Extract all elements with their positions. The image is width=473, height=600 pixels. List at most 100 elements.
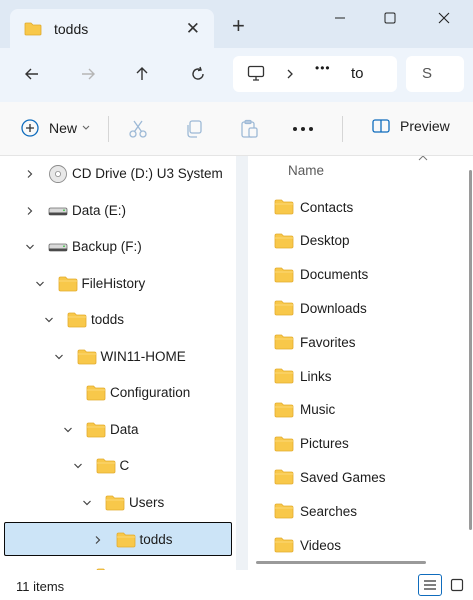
list-item-label: Videos xyxy=(300,537,342,553)
drive-icon xyxy=(48,207,68,216)
folder-icon xyxy=(274,537,294,553)
preview-label: Preview xyxy=(400,118,450,134)
up-button[interactable] xyxy=(130,62,154,86)
tree-item-label: Data xyxy=(110,422,139,437)
details-view-icon xyxy=(424,580,436,590)
tree-item-label: todds xyxy=(91,312,125,327)
list-item-label: Documents xyxy=(300,267,369,283)
list-item[interactable]: Desktop xyxy=(274,226,350,256)
folder-icon xyxy=(274,233,294,249)
list-item-label: Downloads xyxy=(300,300,367,316)
chevron-down-icon[interactable] xyxy=(25,242,35,252)
tree-item[interactable]: todds xyxy=(4,303,232,337)
chevron-down-icon[interactable] xyxy=(44,315,54,325)
copy-icon xyxy=(187,120,202,138)
arrow-up-icon xyxy=(136,67,148,80)
folder-icon xyxy=(58,276,77,292)
status-bar: 11 items xyxy=(0,570,473,600)
scrollbar-thumb[interactable] xyxy=(469,170,472,530)
list-item-label: Searches xyxy=(300,503,358,519)
search-placeholder: S xyxy=(422,65,433,82)
tree-item[interactable]: C xyxy=(4,449,232,483)
list-item-label: Contacts xyxy=(300,199,354,215)
chevron-down-icon[interactable] xyxy=(35,279,45,289)
list-item[interactable]: Links xyxy=(274,361,332,391)
chevron-right-icon[interactable] xyxy=(286,69,294,79)
clipboard-icon xyxy=(241,119,258,138)
list-item[interactable]: Documents xyxy=(274,260,368,290)
list-item[interactable]: Searches xyxy=(274,496,357,526)
back-button[interactable] xyxy=(20,62,44,86)
copy-button[interactable] xyxy=(184,119,204,139)
folder-icon xyxy=(24,22,42,36)
title-bar: todds ✕ + xyxy=(0,0,473,49)
chevron-right-icon[interactable] xyxy=(25,169,35,179)
tree-item[interactable]: WIN11-HOME xyxy=(4,340,232,374)
tree-item[interactable]: Data (E:) xyxy=(4,194,232,228)
chevron-down-icon[interactable] xyxy=(54,352,64,362)
tree-item[interactable]: Backup (F:) xyxy=(4,230,232,264)
navigation-pane[interactable]: CD Drive (D:) U3 System Data (E:) Backup (… xyxy=(0,156,236,570)
maximize-icon xyxy=(384,12,396,24)
folder-icon xyxy=(274,368,294,384)
list-item-label: Music xyxy=(300,402,336,418)
folder-icon xyxy=(274,402,294,418)
list-item[interactable]: Contacts xyxy=(274,192,353,222)
tree-item-label: Backup (F:) xyxy=(72,239,142,254)
tree-item-partial[interactable] xyxy=(4,559,232,570)
folder-icon xyxy=(274,300,294,316)
cut-button[interactable] xyxy=(128,119,148,139)
minimize-button[interactable] xyxy=(320,8,360,28)
new-button[interactable]: New xyxy=(20,118,90,138)
preview-button[interactable]: Preview xyxy=(372,118,450,134)
tree-item[interactable]: todds xyxy=(4,522,232,556)
list-item[interactable]: Music xyxy=(274,395,335,425)
list-item[interactable]: Downloads xyxy=(274,293,367,323)
tab-todds[interactable]: todds ✕ xyxy=(10,9,214,49)
close-window-button[interactable] xyxy=(424,8,464,28)
toolbar-divider xyxy=(108,116,109,142)
chevron-down-icon[interactable] xyxy=(63,425,73,435)
tree-item[interactable]: Configuration xyxy=(4,376,232,410)
column-header-name[interactable]: Name xyxy=(288,163,324,178)
preview-pane-icon xyxy=(372,119,390,133)
paste-button[interactable] xyxy=(239,119,259,139)
file-list-scrollbar[interactable] xyxy=(467,160,473,570)
tree-item[interactable]: Users xyxy=(4,486,232,520)
folder-icon xyxy=(274,334,294,350)
folder-icon xyxy=(86,385,106,401)
details-view-button[interactable] xyxy=(418,574,442,596)
list-item-label: Desktop xyxy=(300,233,350,249)
this-pc-icon xyxy=(247,65,265,81)
search-input[interactable]: S xyxy=(406,56,464,92)
breadcrumb-todds[interactable]: to xyxy=(351,65,364,82)
list-item-label: Links xyxy=(300,368,332,384)
maximize-button[interactable] xyxy=(370,8,410,28)
tree-item[interactable]: CD Drive (D:) U3 System xyxy=(4,157,232,191)
chevron-down-icon[interactable] xyxy=(82,498,92,508)
arrow-right-icon xyxy=(82,68,95,80)
horizontal-scrollbar[interactable] xyxy=(256,561,426,564)
chevron-right-icon[interactable] xyxy=(25,206,35,216)
close-tab-icon[interactable]: ✕ xyxy=(186,19,200,39)
new-tab-button[interactable]: + xyxy=(232,15,245,37)
chevron-down-icon[interactable] xyxy=(73,461,83,471)
list-item[interactable]: Videos xyxy=(274,530,341,560)
tiles-view-button[interactable] xyxy=(445,574,469,596)
close-icon xyxy=(438,12,450,24)
chevron-right-icon[interactable] xyxy=(93,535,103,545)
breadcrumb-overflow[interactable]: ••• xyxy=(315,61,331,75)
forward-button[interactable] xyxy=(76,62,100,86)
folder-icon xyxy=(274,469,294,485)
list-item[interactable]: Favorites xyxy=(274,327,356,357)
more-options-button[interactable] xyxy=(292,126,314,132)
tree-item[interactable]: FileHistory xyxy=(4,267,232,301)
address-bar[interactable]: ••• to xyxy=(233,56,397,92)
tree-item[interactable]: Data xyxy=(4,413,232,447)
plus-circle-icon xyxy=(21,119,39,137)
tiles-view-icon xyxy=(450,578,464,592)
list-item[interactable]: Pictures xyxy=(274,429,349,459)
pane-divider[interactable] xyxy=(236,156,248,570)
refresh-button[interactable] xyxy=(186,62,210,86)
list-item[interactable]: Saved Games xyxy=(274,462,386,492)
